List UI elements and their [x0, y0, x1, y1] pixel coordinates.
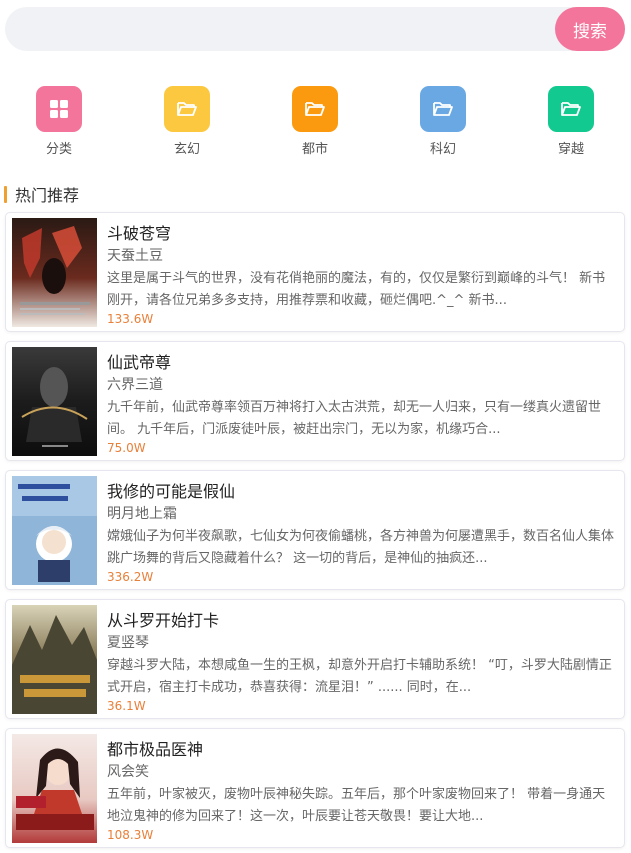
book-cover	[12, 347, 97, 456]
book-card[interactable]: 我修的可能是假仙 明月地上霜 嫦娥仙子为何半夜飙歌，七仙女为何夜偷蟠桃，各方神兽…	[5, 470, 625, 590]
book-cover	[12, 476, 97, 585]
category-item-chuanyue[interactable]: 穿越	[531, 86, 611, 157]
book-description: 嫦娥仙子为何半夜飙歌，七仙女为何夜偷蟠桃，各方神兽为何屡遭黑手，数百名仙人集体跳…	[107, 529, 615, 566]
category-label: 都市	[301, 142, 328, 157]
book-cover	[12, 734, 97, 843]
search-bar: 搜索	[5, 7, 625, 51]
book-cover	[12, 605, 97, 714]
book-hit-count: 108.3W	[107, 828, 154, 842]
section-header: 热门推荐	[4, 183, 79, 205]
book-author: 夏竖琴	[107, 635, 149, 651]
book-description: 九千年前，仙武帝尊率领百万神将打入太古洪荒，却无一人归来，只有一缕真火遗留世间。…	[107, 400, 602, 437]
book-description: 这里是属于斗气的世界，没有花俏艳丽的魔法，有的，仅仅是繁衍到巅峰的斗气！ 新书刚…	[107, 271, 606, 308]
book-description: 穿越斗罗大陆，本想咸鱼一生的王枫，却意外开启打卡辅助系统！ “叮，斗罗大陆剧情正…	[107, 658, 612, 695]
book-title: 斗破苍穹	[107, 224, 172, 243]
book-card[interactable]: 斗破苍穹 天蚕土豆 这里是属于斗气的世界，没有花俏艳丽的魔法，有的，仅仅是繁衍到…	[5, 212, 625, 332]
category-item-dushi[interactable]: 都市	[275, 86, 355, 157]
book-author: 天蚕土豆	[107, 248, 163, 264]
book-author: 明月地上霜	[107, 506, 177, 522]
section-accent-bar	[4, 185, 7, 203]
grid-icon	[36, 86, 82, 132]
category-item-fenlei[interactable]: 分类	[19, 86, 99, 157]
category-label: 穿越	[557, 142, 584, 157]
search-button[interactable]: 搜索	[555, 7, 625, 51]
book-card[interactable]: 从斗罗开始打卡 夏竖琴 穿越斗罗大陆，本想咸鱼一生的王枫，却意外开启打卡辅助系统…	[5, 599, 625, 719]
folder-icon	[292, 86, 338, 132]
folder-icon	[164, 86, 210, 132]
book-card[interactable]: 都市极品医神 风会笑 五年前，叶家被灭，废物叶辰神秘失踪。五年后，那个叶家废物回…	[5, 728, 625, 848]
folder-icon	[548, 86, 594, 132]
category-label: 玄幻	[173, 142, 200, 157]
category-nav: 分类 玄幻 都市 科幻 穿越	[0, 86, 631, 157]
book-hit-count: 336.2W	[107, 570, 154, 584]
book-title: 我修的可能是假仙	[107, 482, 236, 501]
category-label: 分类	[45, 142, 72, 157]
section-title: 热门推荐	[15, 186, 80, 205]
book-hit-count: 75.0W	[107, 441, 146, 455]
book-cover	[12, 218, 97, 327]
search-input[interactable]	[23, 7, 543, 51]
book-title: 都市极品医神	[107, 740, 204, 759]
book-author: 六界三道	[107, 377, 163, 393]
book-hit-count: 36.1W	[107, 699, 146, 713]
category-label: 科幻	[429, 142, 456, 157]
book-description: 五年前，叶家被灭，废物叶辰神秘失踪。五年后，那个叶家废物回来了！ 带着一身通天地…	[107, 787, 606, 824]
book-title: 从斗罗开始打卡	[107, 611, 220, 630]
category-item-kehuan[interactable]: 科幻	[403, 86, 483, 157]
book-title: 仙武帝尊	[107, 353, 172, 372]
book-hit-count: 133.6W	[107, 312, 154, 326]
folder-icon	[420, 86, 466, 132]
book-author: 风会笑	[107, 764, 149, 780]
category-item-xuanhuan[interactable]: 玄幻	[147, 86, 227, 157]
book-card[interactable]: 仙武帝尊 六界三道 九千年前，仙武帝尊率领百万神将打入太古洪荒，却无一人归来，只…	[5, 341, 625, 461]
